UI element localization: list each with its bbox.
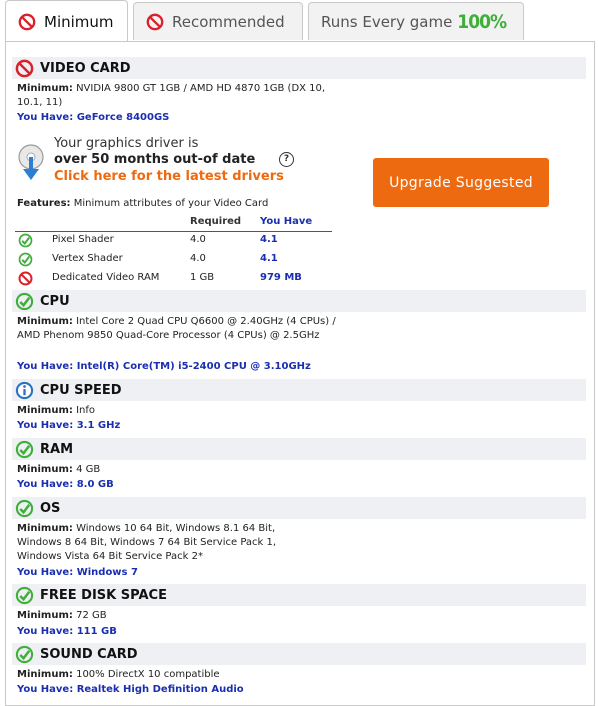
feature-name: Pixel Shader xyxy=(52,234,114,245)
you-have-label: You Have: xyxy=(17,361,74,372)
minimum-label: Minimum: xyxy=(17,669,73,680)
minimum-text: Minimum: 72 GB xyxy=(17,609,337,623)
feature-you-have: 4.1 xyxy=(260,253,278,264)
feature-you-have: 979 MB xyxy=(260,272,302,283)
section-title: FREE DISK SPACE xyxy=(40,587,167,603)
minimum-text: Minimum: Windows 10 64 Bit, Windows 8.1 … xyxy=(17,522,317,564)
percent-badge: 100% xyxy=(457,10,507,33)
features-caption: Features: Minimum attributes of your Vid… xyxy=(17,198,268,209)
section-title: RAM xyxy=(40,441,74,457)
you-have-value: GeForce 8400GS xyxy=(76,112,170,123)
driver-download-icon xyxy=(16,143,46,187)
you-have-label: You Have: xyxy=(17,626,74,637)
check-icon xyxy=(18,233,33,251)
check-icon xyxy=(14,439,34,459)
no-icon xyxy=(18,13,36,31)
minimum-text: Minimum: Info xyxy=(17,404,337,418)
tab-recommended[interactable]: Recommended xyxy=(133,2,303,40)
upgrade-suggested-button[interactable]: Upgrade Suggested xyxy=(373,158,549,207)
you-have-value: Realtek High Definition Audio xyxy=(76,684,244,695)
feature-you-have: 4.1 xyxy=(260,234,278,245)
you-have-label: You Have: xyxy=(17,684,74,695)
you-have-text: You Have: GeForce 8400GS xyxy=(17,112,169,123)
driver-download-link[interactable]: Click here for the latest drivers xyxy=(54,169,284,184)
column-required: Required xyxy=(190,216,242,227)
feature-required: 1 GB xyxy=(190,272,215,283)
check-icon xyxy=(14,291,34,311)
tab-minimum[interactable]: Minimum xyxy=(5,0,128,42)
you-have-label: You Have: xyxy=(17,420,74,431)
section-title: OS xyxy=(40,500,61,516)
check-icon xyxy=(14,585,34,605)
minimum-text: Minimum: 100% DirectX 10 compatible xyxy=(17,668,337,682)
section-header-cpu: CPU xyxy=(12,290,586,312)
minimum-text: Minimum: Intel Core 2 Quad CPU Q6600 @ 2… xyxy=(17,315,337,343)
feature-required: 4.0 xyxy=(190,253,206,264)
section-header-ram: RAM xyxy=(12,438,586,460)
minimum-value: Info xyxy=(76,405,96,416)
tab-runs-every-game[interactable]: Runs Every game 100% xyxy=(308,2,524,40)
minimum-label: Minimum: xyxy=(17,523,73,534)
help-icon[interactable]: ? xyxy=(279,152,294,167)
no-icon xyxy=(146,13,164,31)
column-you-have: You Have xyxy=(260,216,313,227)
you-have-value: Windows 7 xyxy=(76,567,138,578)
no-icon xyxy=(18,271,33,289)
driver-notice-line1: Your graphics driver is xyxy=(54,136,199,151)
check-icon xyxy=(14,644,34,664)
table-row: Pixel Shader 4.0 4.1 xyxy=(15,231,332,249)
check-icon xyxy=(14,498,34,518)
you-have-text: You Have: Realtek High Definition Audio xyxy=(17,684,244,695)
minimum-value: 4 GB xyxy=(76,464,101,475)
no-icon xyxy=(14,58,34,78)
section-header-free-disk-space: FREE DISK SPACE xyxy=(12,584,586,606)
you-have-label: You Have: xyxy=(17,479,74,490)
minimum-label: Minimum: xyxy=(17,316,73,327)
minimum-value: 72 GB xyxy=(76,610,107,621)
section-title: CPU xyxy=(40,293,70,309)
minimum-label: Minimum: xyxy=(17,610,73,621)
table-row: Vertex Shader 4.0 4.1 xyxy=(15,250,332,268)
feature-name: Vertex Shader xyxy=(52,253,123,264)
tab-label: Runs Every game xyxy=(321,12,453,31)
you-have-value: 3.1 GHz xyxy=(76,420,121,431)
minimum-label: Minimum: xyxy=(17,405,73,416)
features-label: Features: xyxy=(17,198,71,209)
section-header-sound-card: SOUND CARD xyxy=(12,643,586,665)
tab-bar: Minimum Recommended Runs Every game 100% xyxy=(0,0,598,42)
driver-notice-line2: over 50 months out-of date xyxy=(54,152,256,167)
you-have-value: 8.0 GB xyxy=(76,479,114,490)
table-row: Dedicated Video RAM 1 GB 979 MB xyxy=(15,269,332,287)
minimum-label: Minimum: xyxy=(17,464,73,475)
minimum-text: Minimum: NVIDIA 9800 GT 1GB / AMD HD 487… xyxy=(17,82,337,110)
features-table-header: Required You Have xyxy=(15,213,332,232)
section-header-os: OS xyxy=(12,497,586,519)
minimum-label: Minimum: xyxy=(17,83,73,94)
driver-notice: Your graphics driver is over 50 months o… xyxy=(14,135,314,191)
section-header-cpu-speed: CPU SPEED xyxy=(12,379,586,401)
features-description: Minimum attributes of your Video Card xyxy=(73,198,269,209)
feature-name: Dedicated Video RAM xyxy=(52,272,160,283)
you-have-text: You Have: 8.0 GB xyxy=(17,479,114,490)
you-have-text: You Have: Windows 7 xyxy=(17,567,138,578)
tab-label: Minimum xyxy=(44,12,114,31)
you-have-label: You Have: xyxy=(17,567,74,578)
you-have-text: You Have: Intel(R) Core(TM) i5-2400 CPU … xyxy=(17,361,311,372)
info-icon xyxy=(14,380,34,400)
section-title: CPU SPEED xyxy=(40,382,122,398)
minimum-value: 100% DirectX 10 compatible xyxy=(76,669,220,680)
tab-label: Recommended xyxy=(172,12,285,31)
section-header-video-card: VIDEO CARD xyxy=(12,57,586,79)
you-have-value: Intel(R) Core(TM) i5-2400 CPU @ 3.10GHz xyxy=(76,361,311,372)
you-have-text: You Have: 3.1 GHz xyxy=(17,420,120,431)
feature-required: 4.0 xyxy=(190,234,206,245)
check-icon xyxy=(18,252,33,270)
minimum-text: Minimum: 4 GB xyxy=(17,463,337,477)
you-have-text: You Have: 111 GB xyxy=(17,626,117,637)
you-have-value: 111 GB xyxy=(76,626,117,637)
section-title: VIDEO CARD xyxy=(40,60,131,76)
section-title: SOUND CARD xyxy=(40,646,138,662)
you-have-label: You Have: xyxy=(17,112,74,123)
